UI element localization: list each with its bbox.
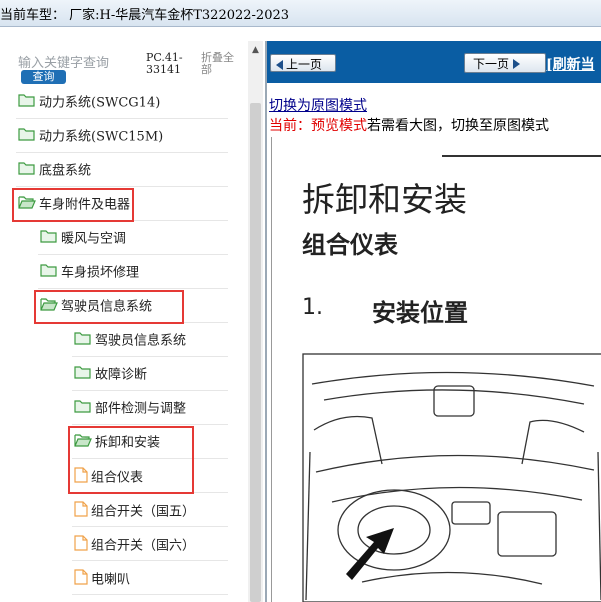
tree-item-label: 组合开关（国六） xyxy=(91,538,196,554)
row-divider xyxy=(38,288,228,289)
tree-item[interactable]: 暖风与空调 xyxy=(40,229,126,249)
row-divider xyxy=(72,594,228,595)
tree-item-label: 车身损坏修理 xyxy=(61,265,140,281)
next-page-button[interactable]: 下一页 xyxy=(464,53,546,73)
tree-item[interactable]: 动力系统(SWC15M) xyxy=(18,127,163,147)
tree-item[interactable]: 动力系统(SWCG14) xyxy=(18,93,160,113)
search-button[interactable]: 查询 xyxy=(21,70,66,84)
tree-item-label: 电喇叭 xyxy=(91,572,131,588)
folder-icon xyxy=(74,365,92,386)
prev-page-button[interactable]: 上一页 xyxy=(270,54,336,72)
section-number: 1. xyxy=(302,295,323,320)
tree-item[interactable]: 部件检测与调整 xyxy=(74,399,186,419)
mode-label: 当前：预览模式 xyxy=(269,118,367,134)
header-rule xyxy=(442,155,601,157)
window-title: 当前车型： 厂家:H-华晨汽车金杯T322022-2023 xyxy=(0,8,290,23)
row-divider xyxy=(72,560,228,561)
highlight-box xyxy=(34,290,184,324)
row-divider xyxy=(16,152,228,153)
row-divider xyxy=(16,118,228,119)
file-icon xyxy=(74,501,88,524)
folder-icon xyxy=(40,229,58,250)
tree-item[interactable]: 故障诊断 xyxy=(74,365,147,385)
content-pane: 上一页 下一页 [刷新当 切换为原图模式 当前：预览模式若需看大图，切换至原图模… xyxy=(265,41,601,602)
title-bar: 当前车型： 厂家:H-华晨汽车金杯T322022-2023 xyxy=(0,0,601,27)
highlight-box xyxy=(12,188,134,222)
folder-icon xyxy=(18,127,36,148)
tree-item[interactable]: 电喇叭 xyxy=(74,569,130,589)
tree-item[interactable]: 车身损坏修理 xyxy=(40,263,139,283)
tree-item-label: 故障诊断 xyxy=(95,367,148,383)
tree-item-label: 底盘系统 xyxy=(39,163,92,179)
tree-item[interactable]: 底盘系统 xyxy=(18,161,91,181)
arrow-left-icon xyxy=(276,59,283,70)
tree-item-label: 组合开关（国五） xyxy=(91,504,196,520)
tree-item-label: 动力系统(SWC15M) xyxy=(39,129,164,145)
row-divider xyxy=(72,526,228,527)
row-divider xyxy=(16,186,228,187)
scroll-up-icon[interactable]: ▲ xyxy=(248,44,263,56)
tree-item-label: 驾驶员信息系统 xyxy=(95,333,187,349)
search-input[interactable] xyxy=(18,55,110,71)
row-divider xyxy=(72,356,228,357)
tree-item[interactable]: 驾驶员信息系统 xyxy=(74,331,186,351)
file-icon xyxy=(74,569,88,592)
highlight-box xyxy=(68,426,194,494)
tree-item-label: 部件检测与调整 xyxy=(95,401,187,417)
mode-status: 当前：预览模式若需看大图，切换至原图模式 xyxy=(269,115,549,135)
tree-item-label: 动力系统(SWCG14) xyxy=(39,95,161,111)
search-row: 查询 PC.41-33141 折叠全部 xyxy=(0,41,248,86)
file-icon xyxy=(74,535,88,558)
collapse-all-button[interactable]: 折叠全部 xyxy=(201,52,241,76)
mode-hint: 若需看大图，切换至原图模式 xyxy=(367,118,549,134)
switch-original-mode-link[interactable]: 切换为原图模式 xyxy=(269,95,367,115)
folder-icon xyxy=(40,263,58,284)
refresh-link[interactable]: [刷新当 xyxy=(546,54,595,74)
folder-icon xyxy=(74,331,92,352)
folder-icon xyxy=(18,93,36,114)
doc-title: 拆卸和安装 xyxy=(302,180,467,219)
tree-item[interactable]: 组合开关（国六） xyxy=(74,535,195,555)
document-page: 拆卸和安装 组合仪表 1. 安装位置 xyxy=(271,137,601,602)
row-divider xyxy=(72,390,228,391)
tree-item-label: 暖风与空调 xyxy=(61,231,127,247)
sidebar: 查询 PC.41-33141 折叠全部 动力系统(SWCG14) 动力系统(SWC… xyxy=(0,41,263,602)
row-divider xyxy=(38,254,228,255)
next-page-label: 下一页 xyxy=(473,56,510,71)
folder-icon xyxy=(74,399,92,420)
prev-page-label: 上一页 xyxy=(286,57,323,72)
arrow-right-icon xyxy=(513,58,521,69)
row-divider xyxy=(72,424,228,425)
dashboard-illustration xyxy=(302,353,601,602)
tree-item[interactable]: 组合开关（国五） xyxy=(74,501,195,521)
doc-subtitle: 组合仪表 xyxy=(302,231,398,259)
sidebar-scrollbar[interactable]: ▲ xyxy=(248,41,263,602)
current-code: PC.41-33141 xyxy=(146,51,183,76)
folder-icon xyxy=(18,161,36,182)
section-title: 安装位置 xyxy=(372,299,468,327)
page-nav-bar: 上一页 下一页 [刷新当 xyxy=(267,41,601,83)
scroll-thumb[interactable] xyxy=(250,103,261,602)
